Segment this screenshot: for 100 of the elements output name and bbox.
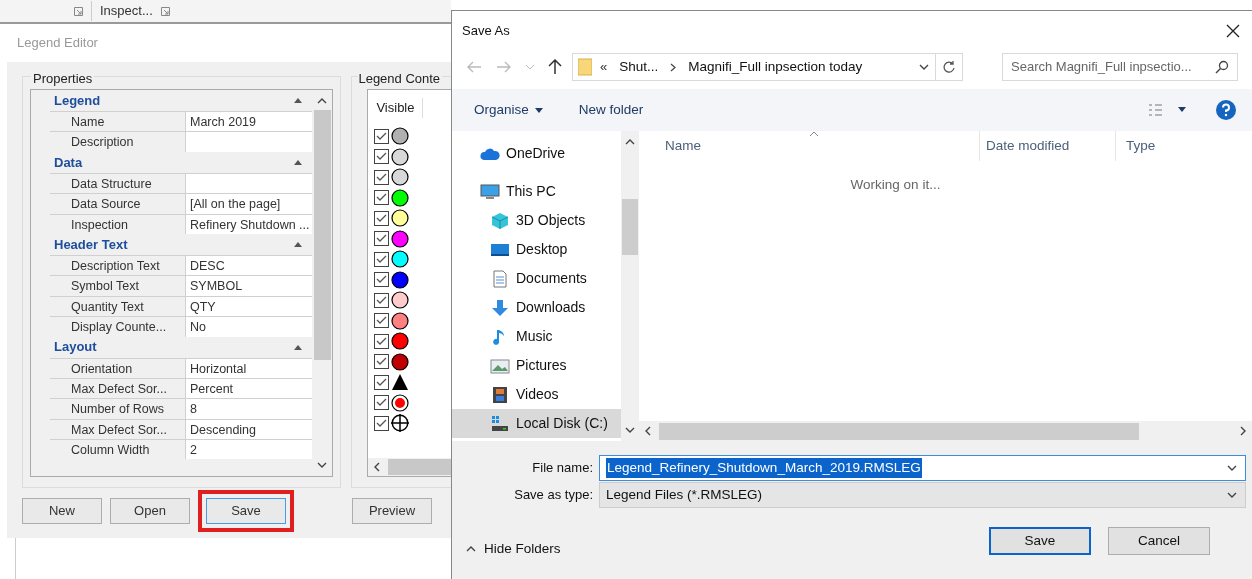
property-value[interactable]: Refinery Shutdown ... [186, 214, 313, 234]
category-row[interactable]: Header Text [31, 233, 313, 255]
organise-button[interactable]: Organise [474, 99, 543, 121]
status-text: Working on it... [850, 176, 941, 194]
up-arrow-icon[interactable] [548, 59, 562, 75]
new-folder-button[interactable]: New folder [578, 99, 644, 121]
editor-button[interactable]: Open [110, 498, 190, 524]
nav-item[interactable]: Documents [452, 264, 621, 293]
checkbox[interactable] [374, 395, 390, 411]
property-value[interactable]: 2 [186, 440, 313, 460]
column-header: Visible [376, 98, 424, 118]
history-caret-icon [919, 62, 929, 72]
property-value[interactable]: March 2019 [186, 112, 313, 132]
vertical-scrollbar[interactable] [621, 131, 639, 441]
help-icon[interactable] [1216, 100, 1236, 120]
scroll-down-icon [625, 425, 635, 435]
scrollbar-thumb[interactable] [659, 422, 1139, 440]
hide-folders-button[interactable]: Hide Folders [466, 539, 561, 560]
folder-icon [578, 58, 592, 76]
preview-button[interactable]: Preview [352, 498, 432, 524]
checkbox[interactable] [374, 231, 390, 247]
category-row[interactable]: Data [31, 151, 313, 173]
checkbox[interactable] [374, 415, 390, 431]
file-type-dropdown[interactable]: Legend Files (*.RMSLEG) [599, 482, 1246, 508]
launcher-icon [160, 6, 170, 16]
property-value[interactable]: Percent [186, 378, 313, 399]
checkbox[interactable] [374, 354, 390, 370]
editor-button[interactable]: New [22, 498, 102, 524]
file-name-field[interactable]: Legend_Refinery_Shutdown_March_2019.RMSLEG [599, 455, 1246, 481]
column-header[interactable]: Type [1115, 131, 1252, 161]
checkbox[interactable] [374, 128, 390, 144]
checkbox[interactable] [374, 272, 390, 288]
breadcrumb[interactable]: Magnifi_Full inpsection today [688, 56, 863, 78]
checkbox[interactable] [374, 210, 390, 226]
checkbox[interactable] [374, 149, 390, 165]
nav-item[interactable]: Pictures [452, 351, 621, 380]
checkbox[interactable] [374, 292, 390, 308]
checkbox[interactable] [374, 313, 390, 329]
property-value[interactable]: Horizontal [186, 358, 313, 378]
checkbox[interactable] [374, 333, 390, 349]
path-prefix: « [600, 58, 608, 77]
nav-item[interactable]: Music [452, 322, 621, 351]
launcher-icon [74, 6, 83, 16]
property-value[interactable]: [All on the page] [186, 194, 313, 214]
field-label: Save as type: [513, 486, 594, 505]
category-row[interactable]: Layout [31, 336, 313, 358]
nav-item[interactable]: This PC [452, 177, 621, 206]
address-bar[interactable]: « Shut... Magnifi_Full inpsection today [572, 53, 963, 81]
scrollbar-thumb[interactable] [313, 110, 331, 360]
down-arrow-icon [490, 298, 510, 317]
app-tab[interactable]: Inspect... [91, 1, 153, 21]
dropdown-caret-icon [1227, 463, 1237, 473]
nav-item[interactable]: Local Disk (C:) [452, 409, 621, 438]
search-field[interactable]: Search Magnifi_Full inpsectio... [1002, 53, 1238, 81]
check-icon [376, 316, 388, 326]
editor-button[interactable]: Save [206, 498, 286, 524]
film-icon [490, 385, 510, 404]
column-header[interactable]: Date modified [979, 131, 1115, 161]
checkbox[interactable] [374, 374, 390, 390]
check-icon [376, 254, 388, 264]
breadcrumb-chevron-icon [670, 62, 677, 72]
dialog-button[interactable]: Save [989, 527, 1091, 556]
check-icon [376, 418, 388, 428]
checkbox[interactable] [374, 251, 390, 267]
nav-item[interactable]: 3D Objects [452, 206, 621, 235]
property-value[interactable]: DESC [186, 255, 313, 276]
close-icon[interactable] [1226, 24, 1240, 38]
crosshair-symbol-icon [391, 414, 410, 433]
nav-item[interactable]: OneDrive [452, 139, 621, 168]
horizontal-scrollbar[interactable] [368, 458, 451, 476]
column-header[interactable]: Name [639, 135, 979, 157]
view-options-icon[interactable] [1148, 104, 1186, 116]
nav-item[interactable]: Desktop [452, 235, 621, 264]
check-icon [376, 398, 388, 408]
refresh-icon[interactable] [942, 60, 956, 74]
check-icon [376, 336, 388, 346]
check-icon [376, 357, 388, 367]
collapse-caret-icon [294, 98, 303, 103]
checkbox[interactable] [374, 169, 390, 185]
property-value[interactable]: No [186, 317, 313, 337]
property-value[interactable]: SYMBOL [186, 276, 313, 296]
sort-caret-icon [809, 131, 819, 137]
nav-item[interactable]: Downloads [452, 293, 621, 322]
dialog-button[interactable]: Cancel [1108, 527, 1210, 556]
scroll-down-icon [317, 460, 328, 470]
dialog-title: Save As [462, 22, 510, 41]
scroll-up-icon [317, 96, 328, 106]
property-value[interactable]: Descending [186, 419, 313, 440]
horizontal-scrollbar[interactable] [639, 421, 1252, 441]
check-icon [376, 131, 388, 141]
breadcrumb[interactable]: Shut... [619, 56, 659, 78]
category-row[interactable]: Legend [31, 90, 313, 111]
scroll-left-icon [643, 426, 653, 436]
collapse-caret-icon [294, 344, 303, 350]
scrollbar-thumb[interactable] [622, 199, 638, 255]
property-value[interactable]: QTY [186, 296, 313, 317]
property-value[interactable]: 8 [186, 399, 313, 419]
checkbox[interactable] [374, 190, 390, 206]
search-icon [1215, 60, 1229, 74]
nav-item[interactable]: Videos [452, 380, 621, 409]
